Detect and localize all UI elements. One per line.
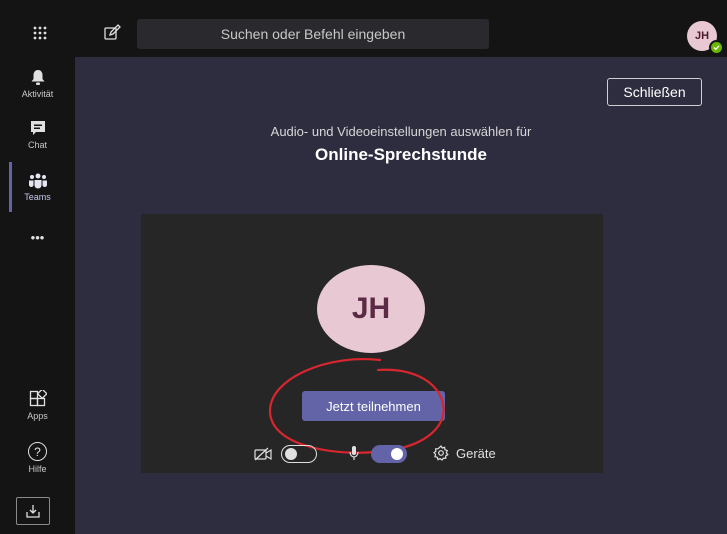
close-button-label: Schließen xyxy=(623,84,686,100)
meeting-title: Online-Sprechstunde xyxy=(315,145,487,164)
download-icon xyxy=(26,505,40,518)
sidebar-item-label: Aktivität xyxy=(21,89,54,99)
sidebar-item-chat[interactable]: Chat xyxy=(0,110,75,160)
bell-icon xyxy=(31,70,44,85)
sidebar-item-teams[interactable]: Teams xyxy=(0,162,75,212)
download-app-button[interactable] xyxy=(16,497,50,525)
sidebar-item-label: Teams xyxy=(24,191,51,202)
avatar-initials: JH xyxy=(694,30,710,42)
gear-icon[interactable] xyxy=(432,444,450,462)
search-input[interactable]: Suchen oder Befehl eingeben xyxy=(137,19,489,49)
available-status-icon xyxy=(709,40,724,55)
sidebar-item-label: Apps xyxy=(27,410,48,421)
sidebar-item-apps[interactable]: Apps xyxy=(0,380,75,430)
preview-avatar: JH xyxy=(317,265,425,353)
sidebar-item-more[interactable]: ••• xyxy=(0,222,75,252)
sidebar-item-label: Hilfe xyxy=(28,464,47,474)
toggle-knob xyxy=(285,448,297,460)
new-chat-icon[interactable] xyxy=(100,21,124,45)
more-icon: ••• xyxy=(30,229,45,245)
toggle-knob xyxy=(391,448,403,460)
microphone-icon[interactable] xyxy=(346,443,362,463)
app-launcher-icon[interactable] xyxy=(28,21,52,45)
chat-icon xyxy=(30,121,45,135)
search-placeholder: Suchen oder Befehl eingeben xyxy=(220,26,406,42)
help-icon: ? xyxy=(28,442,47,461)
active-indicator xyxy=(9,162,12,212)
apps-icon xyxy=(29,389,47,406)
close-button[interactable]: Schließen xyxy=(607,78,702,106)
camera-off-icon[interactable] xyxy=(253,444,273,464)
camera-toggle[interactable] xyxy=(281,445,317,463)
sidebar-item-label: Chat xyxy=(27,140,47,150)
page-subtitle: Audio- und Videoeinstellungen auswählen … xyxy=(270,124,532,139)
sidebar-item-activity[interactable]: Aktivität xyxy=(0,59,75,109)
sidebar-item-help[interactable]: ? Hilfe xyxy=(0,433,75,483)
help-glyph: ? xyxy=(34,444,41,459)
microphone-toggle[interactable] xyxy=(371,445,407,463)
preview-avatar-initials: JH xyxy=(351,292,391,325)
devices-button[interactable]: Geräte xyxy=(456,446,496,461)
teams-icon xyxy=(28,173,47,188)
